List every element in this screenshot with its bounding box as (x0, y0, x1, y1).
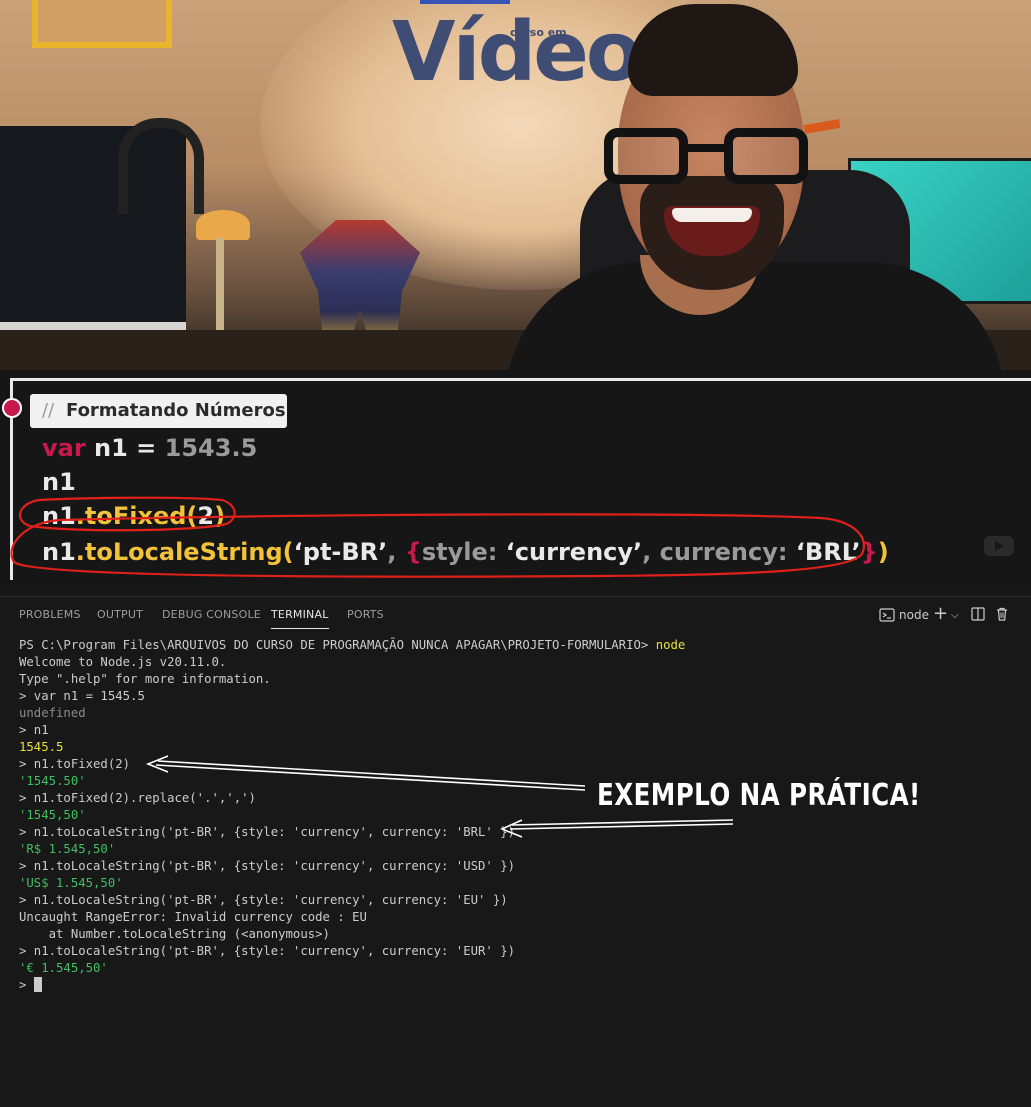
terminal-line: Welcome to Node.js v20.11.0. (19, 655, 227, 669)
terminal-current-prompt[interactable]: > (19, 977, 1019, 994)
curso-em-video-logo: Vídeo (392, 5, 642, 100)
tab-debug-console[interactable]: DEBUG CONSOLE (162, 608, 261, 621)
terminal-line: > n1.toLocaleString('pt-BR', {style: 'cu… (19, 893, 508, 907)
highlight-tofixed (18, 496, 236, 532)
glasses-temple (803, 118, 841, 135)
tab-terminal[interactable]: TERMINAL (271, 608, 329, 629)
prompt-path: PS C:\Program Files\ARQUIVOS DO CURSO DE… (19, 638, 656, 652)
code-slide: // Formatando Números var n1 = 1543.5 n1… (0, 370, 1031, 590)
terminal-line: at Number.toLocaleString (<anonymous>) (19, 927, 330, 941)
tab-problems[interactable]: PROBLEMS (19, 608, 81, 621)
terminal-prompt-line: PS C:\Program Files\ARQUIVOS DO CURSO DE… (19, 637, 1019, 654)
glasses-bridge (686, 144, 726, 152)
desk-lamp-pole (216, 238, 224, 338)
terminal-cursor (33, 977, 42, 992)
presenter-hair (628, 4, 798, 96)
prompt-command: node (655, 638, 686, 652)
terminal-line: Type ".help" for more information. (19, 672, 271, 686)
presenter-teeth (672, 208, 752, 222)
logo-bar (420, 0, 510, 4)
terminal-line: > n1.toFixed(2) (19, 757, 131, 771)
terminal-name[interactable]: node (899, 608, 929, 622)
video-frame: Vídeo curso em (0, 0, 1031, 370)
terminal-line: '€ 1.545,50' (19, 961, 108, 975)
tab-output[interactable]: OUTPUT (97, 608, 143, 621)
wall-frame (32, 0, 172, 48)
annotation-text: EXEMPLO NA PRÁTICA! (597, 778, 921, 813)
split-icon[interactable] (971, 607, 985, 625)
terminal-line: > n1 (19, 723, 49, 737)
add-terminal-button[interactable]: + (933, 603, 948, 624)
terminal-line: 1545.5 (19, 740, 64, 754)
glasses-lens-right (724, 128, 808, 184)
terminal-line: 'R$ 1.545,50' (19, 842, 116, 856)
terminal-line: > var n1 = 1545.5 (19, 689, 145, 703)
red-highlight-marks (10, 496, 865, 578)
trash-icon[interactable] (995, 607, 1009, 625)
headphones (118, 118, 204, 214)
terminal-line: undefined (19, 706, 86, 720)
highlight-tolocalestring (10, 513, 865, 578)
terminal-lines: Welcome to Node.js v20.11.0. Type ".help"… (19, 654, 1019, 977)
panel-actions: node + ⌵ (871, 603, 1031, 627)
terminal-line: > n1.toLocaleString('pt-BR', {style: 'cu… (19, 859, 516, 873)
presenter-glasses (604, 118, 841, 188)
terminal-line: 'US$ 1.545,50' (19, 876, 123, 890)
terminal-icon[interactable] (879, 607, 895, 627)
chevron-down-icon[interactable]: ⌵ (951, 610, 959, 621)
glasses-lens-left (604, 128, 688, 184)
desk-lamp (196, 210, 250, 240)
vscode-panel: PROBLEMS OUTPUT DEBUG CONSOLE TERMINAL P… (0, 596, 1031, 1107)
tab-ports[interactable]: PORTS (347, 608, 384, 621)
terminal-output[interactable]: PS C:\Program Files\ARQUIVOS DO CURSO DE… (19, 637, 1019, 994)
terminal-line: Uncaught RangeError: Invalid currency co… (19, 910, 367, 924)
prompt-symbol: > (19, 978, 34, 992)
terminal-line: > n1.toLocaleString('pt-BR', {style: 'cu… (19, 944, 516, 958)
terminal-line: > n1.toLocaleString('pt-BR', {style: 'cu… (19, 825, 516, 839)
curso-em-video-logo-sub: curso em (510, 26, 567, 39)
